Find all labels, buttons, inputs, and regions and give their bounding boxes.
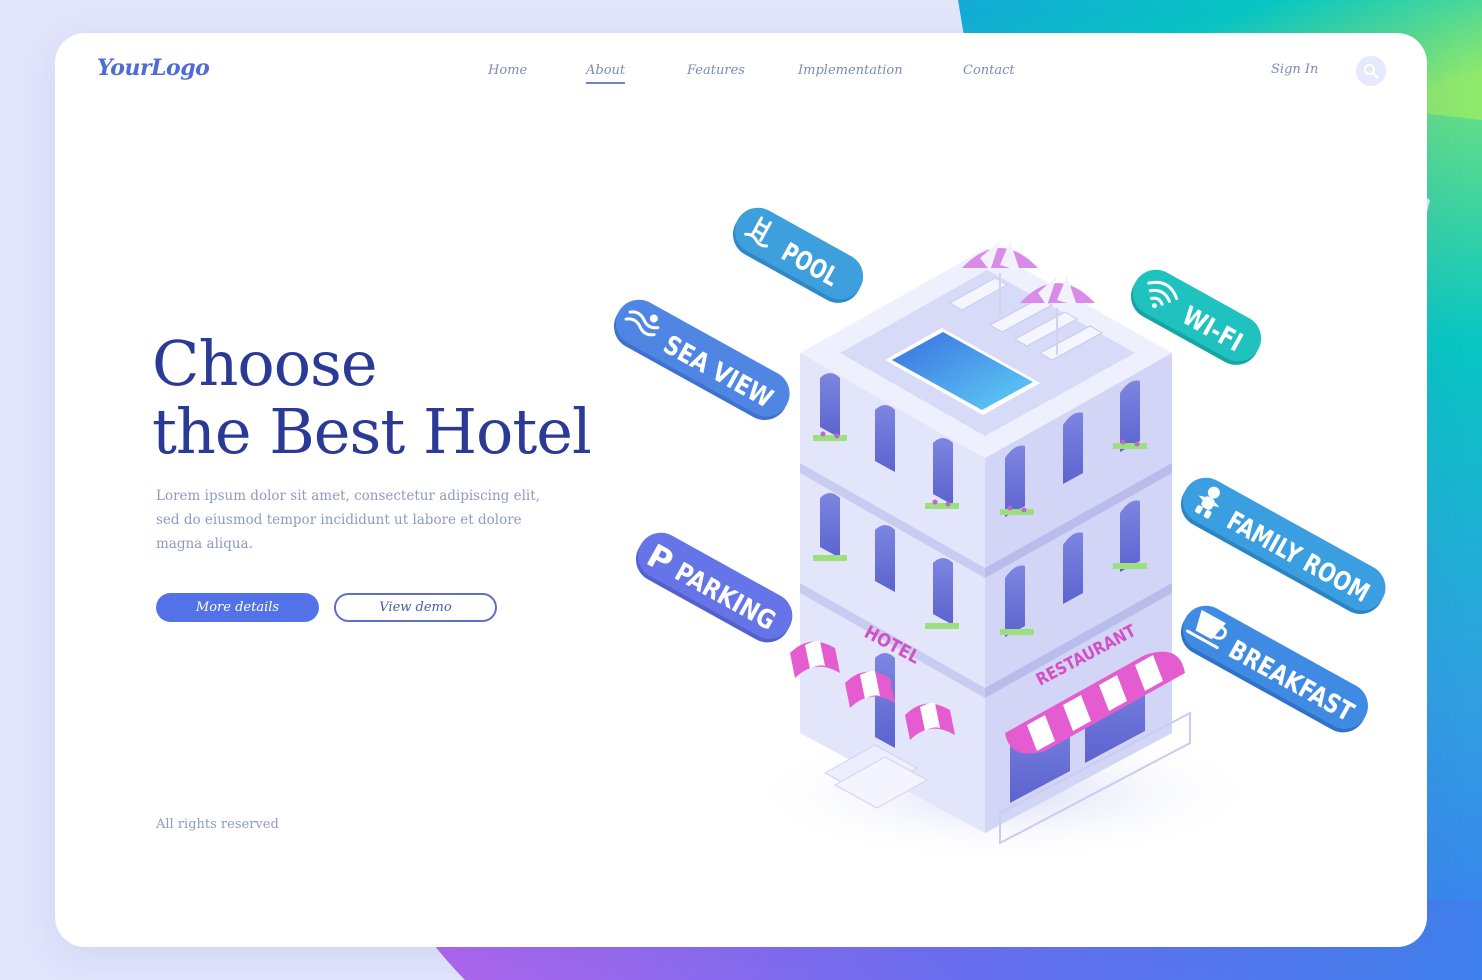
hero-description: Lorem ipsum dolor sit amet, consectetur …	[156, 488, 540, 552]
nav-home[interactable]: Home	[488, 63, 527, 82]
amenity-tag-parking[interactable]: P PARKING	[628, 525, 801, 651]
logo[interactable]: YourLogo	[97, 55, 210, 81]
nav-contact[interactable]: Contact	[963, 63, 1015, 82]
view-demo-button[interactable]: View demo	[334, 593, 497, 622]
awning	[790, 640, 840, 678]
nav-about[interactable]: About	[586, 63, 626, 84]
restaurant-awning	[1005, 651, 1185, 754]
hero-title: Choose the Best Hotel	[152, 327, 592, 468]
awning	[845, 670, 895, 708]
amenity-tag-sea-view[interactable]: SEA VIEW	[606, 292, 798, 429]
rooftop-pool	[885, 328, 1040, 415]
amenity-tag-pool[interactable]: POOL	[725, 200, 872, 312]
sign-in-link[interactable]: Sign In	[1271, 62, 1318, 77]
umbrella	[962, 241, 1038, 315]
nav-implementation[interactable]: Implementation	[798, 63, 903, 82]
landing-card: YourLogo Home About Features Implementat…	[55, 33, 1427, 947]
copyright-text: All rights reserved	[156, 817, 279, 832]
hotel-building: HOTEL RESTAURANT	[790, 241, 1191, 845]
hero-title-line-1: Choose	[152, 327, 378, 400]
ground-shadow	[745, 723, 1265, 863]
search-button[interactable]	[1356, 56, 1386, 86]
amenity-tag-breakfast[interactable]: BREAKFAST	[1173, 598, 1377, 741]
nav-features[interactable]: Features	[687, 63, 745, 82]
hero-title-line-2: the Best Hotel	[152, 395, 592, 468]
umbrella	[1020, 276, 1095, 355]
hotel-sign: HOTEL	[861, 622, 924, 669]
awning	[905, 702, 955, 740]
amenity-tag-family-room[interactable]: FAMILY ROOM	[1173, 470, 1394, 623]
search-icon	[1364, 64, 1379, 79]
amenity-tag-wifi[interactable]: WI-FI	[1123, 262, 1270, 374]
more-details-button[interactable]: More details	[156, 593, 319, 622]
restaurant-sign: RESTAURANT	[1033, 621, 1140, 690]
